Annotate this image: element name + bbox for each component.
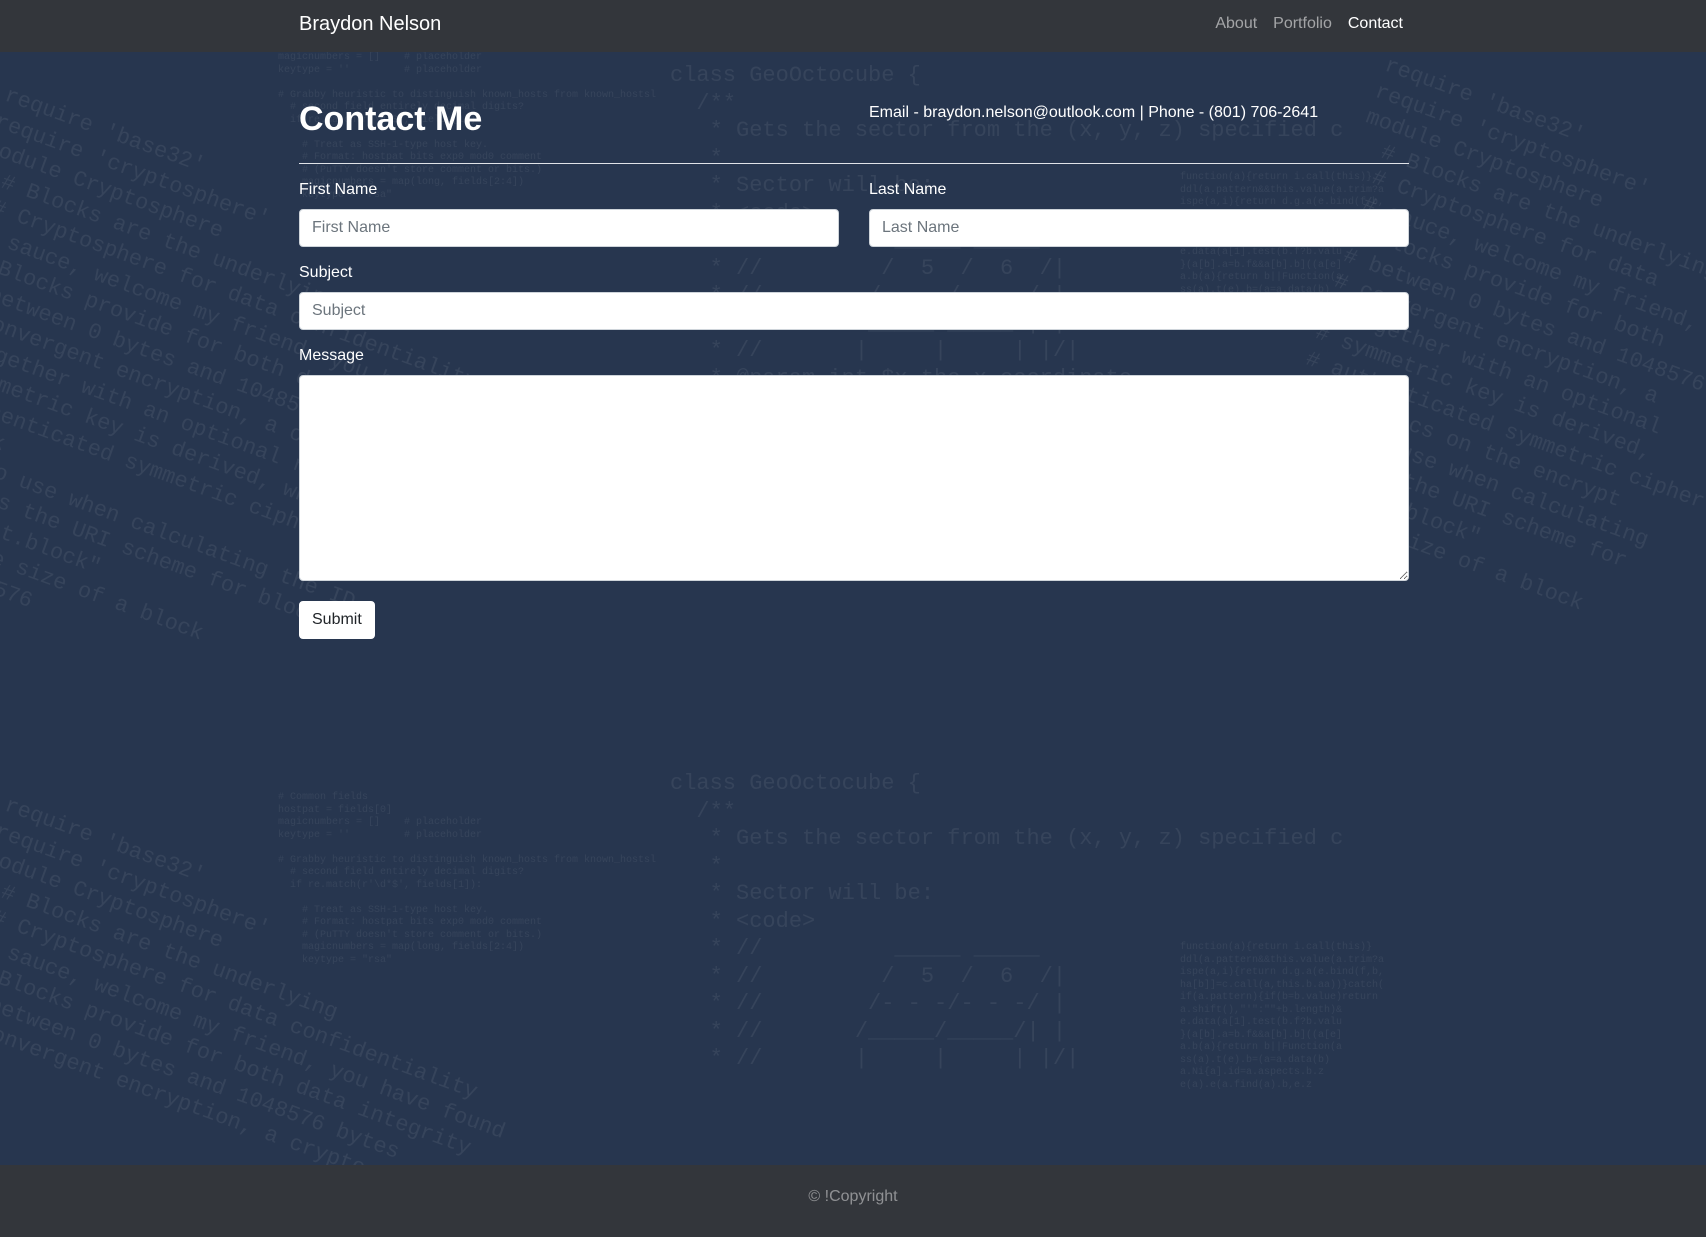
brand-link[interactable]: Braydon Nelson xyxy=(299,13,441,36)
subject-input[interactable] xyxy=(299,292,1409,330)
nav-link-contact[interactable]: Contact xyxy=(1348,15,1403,33)
footer: © !Copyright xyxy=(0,1165,1706,1237)
first-name-input[interactable] xyxy=(299,209,839,247)
navbar: Braydon Nelson About Portfolio Contact xyxy=(0,0,1706,52)
subject-group: Subject xyxy=(299,264,1409,330)
first-name-group: First Name xyxy=(299,181,839,247)
last-name-group: Last Name xyxy=(869,181,1409,247)
contact-info: Email - braydon.nelson@outlook.com | Pho… xyxy=(869,104,1319,121)
first-name-label: First Name xyxy=(299,181,378,198)
message-label: Message xyxy=(299,347,364,364)
message-group: Message xyxy=(299,347,1409,586)
last-name-label: Last Name xyxy=(869,181,947,198)
nav-link-portfolio[interactable]: Portfolio xyxy=(1273,15,1332,33)
page-title: Contact Me xyxy=(299,100,483,138)
nav-link-about[interactable]: About xyxy=(1215,15,1257,33)
subject-label: Subject xyxy=(299,264,353,281)
name-row: First Name Last Name xyxy=(299,181,1409,247)
copyright-text: © !Copyright xyxy=(808,1188,898,1205)
last-name-input[interactable] xyxy=(869,209,1409,247)
page-header: Contact Me Email - braydon.nelson@outloo… xyxy=(299,52,1409,164)
submit-button[interactable]: Submit xyxy=(299,601,375,639)
nav-links: About Portfolio Contact xyxy=(1215,15,1403,33)
message-textarea[interactable] xyxy=(299,375,1409,581)
main-content: Contact Me Email - braydon.nelson@outloo… xyxy=(299,52,1409,639)
contact-form: First Name Last Name Subject Message Sub… xyxy=(299,164,1409,639)
